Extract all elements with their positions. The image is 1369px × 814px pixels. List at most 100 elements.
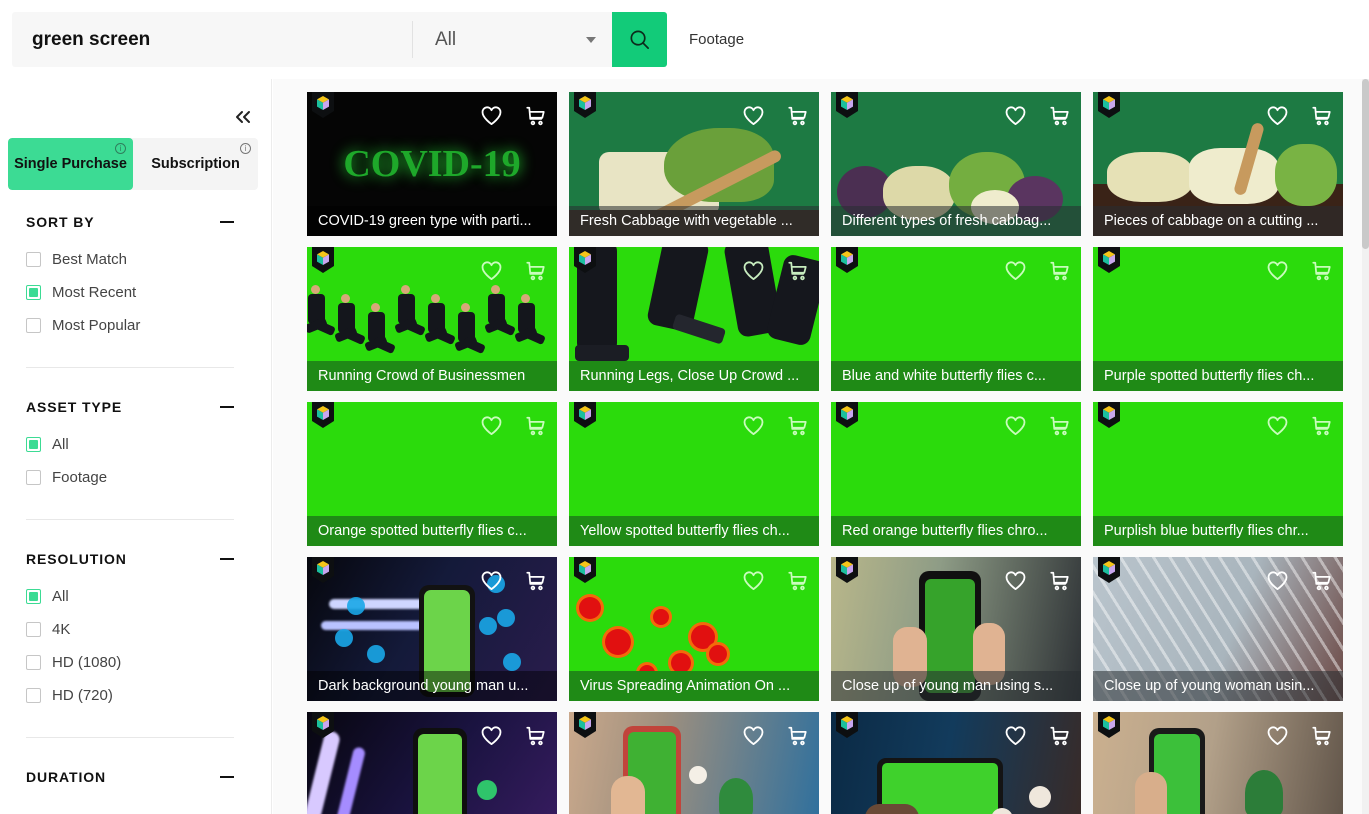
heart-icon[interactable] <box>480 260 503 281</box>
minus-icon[interactable] <box>220 405 234 409</box>
cart-icon[interactable] <box>1310 570 1333 592</box>
cart-icon[interactable] <box>524 260 547 282</box>
resolution-header[interactable]: RESOLUTION <box>26 551 234 567</box>
cart-icon[interactable] <box>524 570 547 592</box>
tile-caption: Pieces of cabbage on a cutting ... <box>1093 206 1343 236</box>
checkbox-res-4k[interactable] <box>26 622 41 637</box>
cart-icon[interactable] <box>1048 570 1071 592</box>
filter-option-most-popular[interactable]: Most Popular <box>26 309 234 342</box>
cart-icon[interactable] <box>1048 105 1071 127</box>
minus-icon[interactable] <box>220 557 234 561</box>
checkbox-most-popular[interactable] <box>26 318 41 333</box>
minus-icon[interactable] <box>220 775 234 779</box>
result-tile[interactable]: Yellow spotted butterfly flies ch... <box>569 402 819 546</box>
filter-option-res-4k[interactable]: 4K <box>26 613 234 646</box>
result-tile[interactable]: Orange spotted butterfly flies c... <box>307 402 557 546</box>
cart-icon[interactable] <box>1310 105 1333 127</box>
result-tile[interactable]: Running Crowd of Businessmen <box>307 247 557 391</box>
result-tile[interactable]: Dark background young man u... <box>307 557 557 701</box>
heart-icon[interactable] <box>480 415 503 436</box>
cart-icon[interactable] <box>1310 415 1333 437</box>
checkbox-asset-footage[interactable] <box>26 470 41 485</box>
checkbox-res-hd720[interactable] <box>26 688 41 703</box>
result-tile[interactable]: Close up of young man using s... <box>831 557 1081 701</box>
tile-actions <box>742 570 809 592</box>
sidebar-collapse-button[interactable] <box>231 105 255 129</box>
heart-icon[interactable] <box>1266 725 1289 746</box>
heart-icon[interactable] <box>742 260 765 281</box>
cart-icon[interactable] <box>524 725 547 747</box>
cart-icon[interactable] <box>1048 260 1071 282</box>
cart-icon[interactable] <box>786 725 809 747</box>
filter-option-res-all[interactable]: All <box>26 580 234 613</box>
minus-icon[interactable] <box>220 220 234 224</box>
filter-option-res-hd1080[interactable]: HD (1080) <box>26 646 234 679</box>
checkbox-most-recent[interactable] <box>26 285 41 300</box>
result-tile[interactable]: Purple spotted butterfly flies ch... <box>1093 247 1343 391</box>
heart-icon[interactable] <box>480 105 503 126</box>
result-tile[interactable]: Red orange butterfly flies chro... <box>831 402 1081 546</box>
heart-icon[interactable] <box>1004 725 1027 746</box>
sort-by-header[interactable]: SORT BY <box>26 214 234 230</box>
heart-icon[interactable] <box>742 725 765 746</box>
heart-icon[interactable] <box>1004 260 1027 281</box>
result-tile[interactable] <box>569 712 819 814</box>
result-tile[interactable] <box>831 712 1081 814</box>
scrollbar-thumb[interactable] <box>1362 79 1369 249</box>
category-dropdown[interactable]: All <box>413 12 612 67</box>
checkbox-res-all[interactable] <box>26 589 41 604</box>
result-tile[interactable]: Different types of fresh cabbag... <box>831 92 1081 236</box>
filter-option-best-match[interactable]: Best Match <box>26 243 234 276</box>
heart-icon[interactable] <box>1266 570 1289 591</box>
cart-icon[interactable] <box>786 260 809 282</box>
filter-option-asset-all[interactable]: All <box>26 428 234 461</box>
result-tile[interactable] <box>307 712 557 814</box>
cart-icon[interactable] <box>786 570 809 592</box>
cart-icon[interactable] <box>1310 260 1333 282</box>
result-tile[interactable]: Blue and white butterfly flies c... <box>831 247 1081 391</box>
tile-actions <box>1266 570 1333 592</box>
filter-option-most-recent[interactable]: Most Recent <box>26 276 234 309</box>
info-icon[interactable]: i <box>115 143 126 154</box>
heart-icon[interactable] <box>1266 260 1289 281</box>
filter-option-res-hd720[interactable]: HD (720) <box>26 679 234 712</box>
cart-icon[interactable] <box>786 415 809 437</box>
result-tile[interactable]: COVID-19 COVID-19 green type with parti.… <box>307 92 557 236</box>
heart-icon[interactable] <box>1004 570 1027 591</box>
heart-icon[interactable] <box>1004 105 1027 126</box>
heart-icon[interactable] <box>480 725 503 746</box>
duration-header[interactable]: DURATION <box>26 769 234 785</box>
result-tile[interactable]: Virus Spreading Animation On ... <box>569 557 819 701</box>
result-tile[interactable]: Running Legs, Close Up Crowd ... <box>569 247 819 391</box>
result-tile[interactable]: Purplish blue butterfly flies chr... <box>1093 402 1343 546</box>
search-input[interactable] <box>12 12 412 67</box>
checkbox-best-match[interactable] <box>26 252 41 267</box>
heart-icon[interactable] <box>1266 105 1289 126</box>
cart-icon[interactable] <box>524 105 547 127</box>
heart-icon[interactable] <box>742 570 765 591</box>
cart-icon[interactable] <box>524 415 547 437</box>
search-button[interactable] <box>612 12 667 67</box>
result-tile[interactable]: Close up of young woman usin... <box>1093 557 1343 701</box>
heart-icon[interactable] <box>742 415 765 436</box>
cart-icon[interactable] <box>1048 415 1071 437</box>
tab-single-purchase[interactable]: Single Purchase i <box>8 138 133 190</box>
cart-icon[interactable] <box>1048 725 1071 747</box>
heart-icon[interactable] <box>480 570 503 591</box>
nav-link-footage[interactable]: Footage <box>689 31 744 48</box>
cart-icon[interactable] <box>786 105 809 127</box>
cart-icon[interactable] <box>1310 725 1333 747</box>
result-tile[interactable] <box>1093 712 1343 814</box>
heart-icon[interactable] <box>742 105 765 126</box>
asset-type-header[interactable]: ASSET TYPE <box>26 399 234 415</box>
info-icon[interactable]: i <box>240 143 251 154</box>
page-scrollbar[interactable] <box>1362 79 1369 814</box>
heart-icon[interactable] <box>1266 415 1289 436</box>
checkbox-asset-all[interactable] <box>26 437 41 452</box>
tab-subscription[interactable]: Subscription i <box>133 138 258 190</box>
filter-option-asset-footage[interactable]: Footage <box>26 461 234 494</box>
heart-icon[interactable] <box>1004 415 1027 436</box>
checkbox-res-hd1080[interactable] <box>26 655 41 670</box>
result-tile[interactable]: Fresh Cabbage with vegetable ... <box>569 92 819 236</box>
result-tile[interactable]: Pieces of cabbage on a cutting ... <box>1093 92 1343 236</box>
